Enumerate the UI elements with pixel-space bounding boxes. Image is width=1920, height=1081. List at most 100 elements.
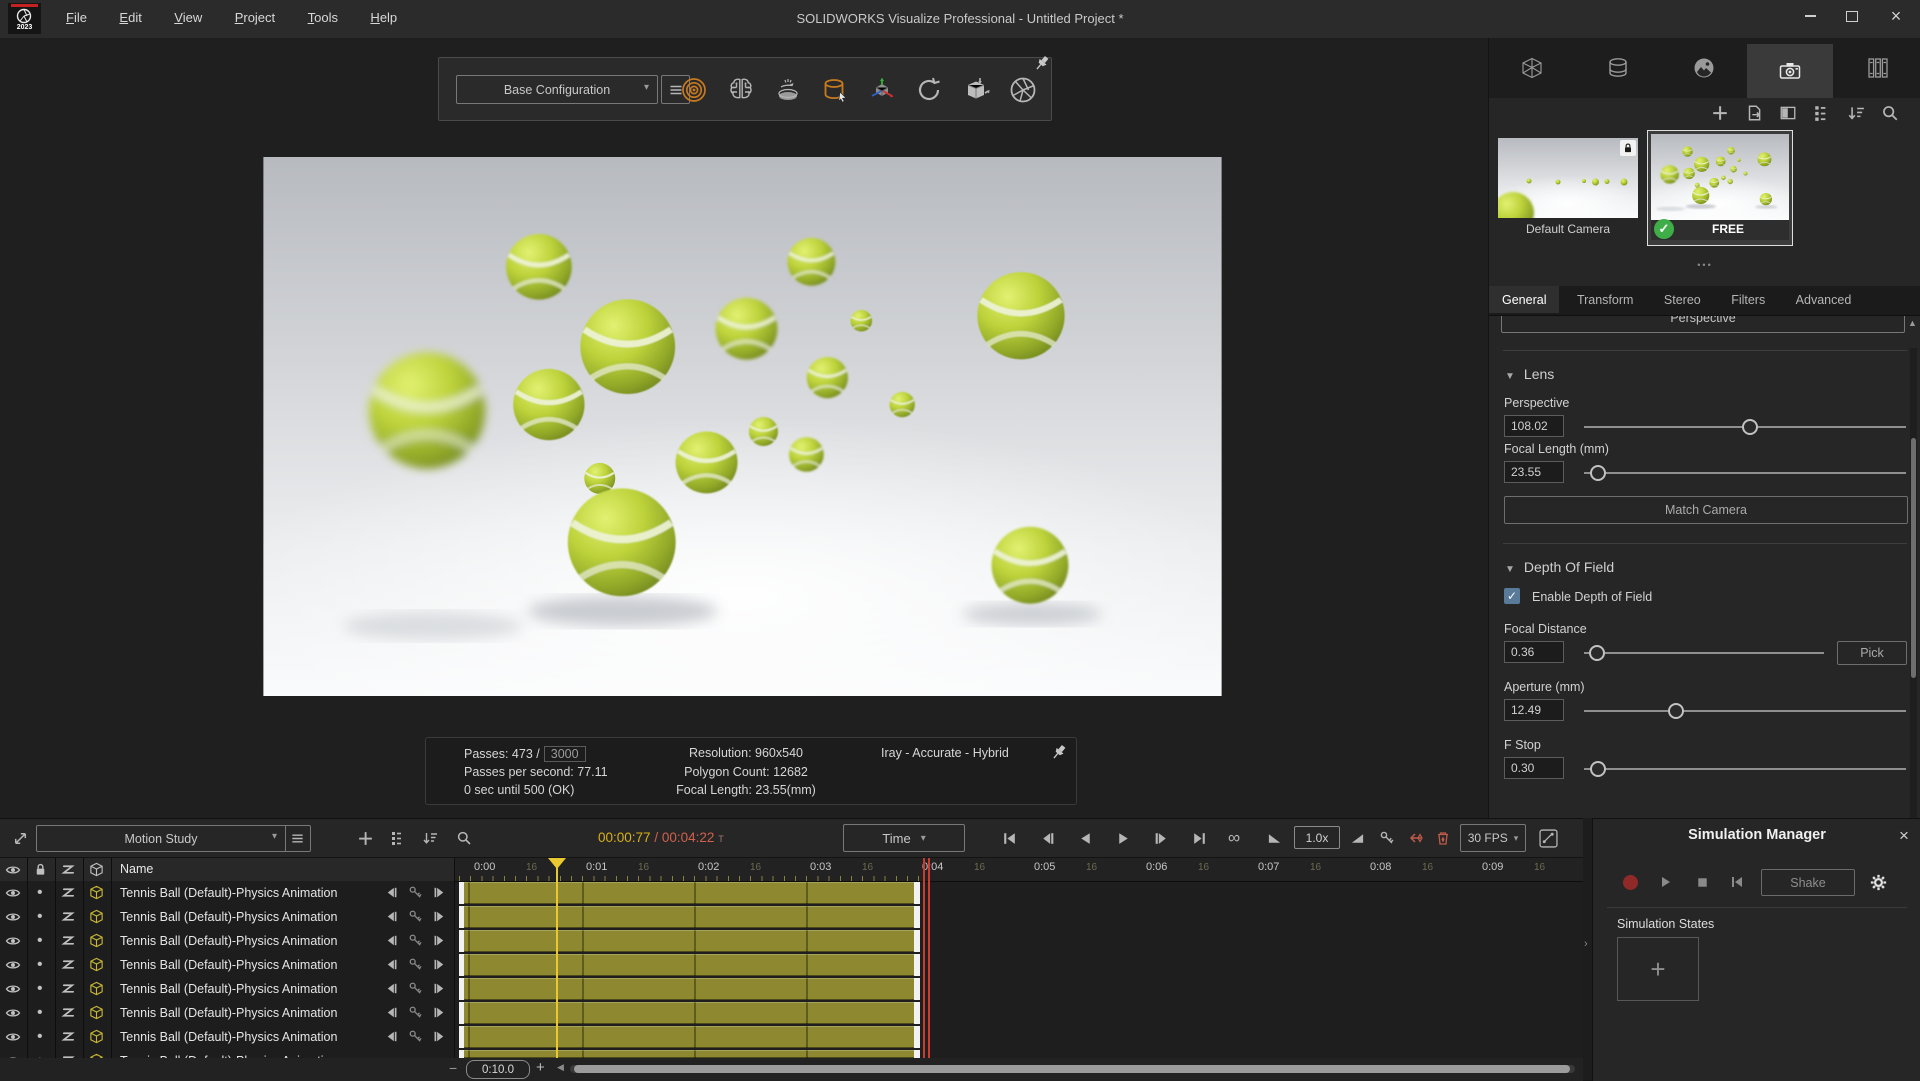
timeline-ruler[interactable]: 0:0016 0:0116 0:0216 0:0316 0:0416 0:051…: [455, 858, 1583, 882]
enable-dof-checkbox[interactable]: ✓: [1504, 588, 1520, 604]
loop-button[interactable]: ∞: [1222, 826, 1246, 850]
animation-bar[interactable]: [459, 906, 920, 928]
play-simulation-button[interactable]: [1653, 869, 1679, 895]
playhead-handle[interactable]: [548, 858, 566, 869]
scroll-up-icon[interactable]: ▲: [1908, 318, 1917, 328]
animation-bar[interactable]: [459, 954, 920, 976]
track-row[interactable]: •Tennis Ball (Default)-Physics Animation: [0, 1001, 455, 1026]
projection-dropdown[interactable]: Perspective: [1501, 316, 1905, 333]
range-end-marker[interactable]: [923, 858, 925, 1058]
simulation-settings-gear-icon[interactable]: [1865, 869, 1891, 895]
key-navigation[interactable]: [384, 933, 447, 948]
timeline-scrollbar-thumb[interactable]: [574, 1065, 1570, 1073]
rotate-view-icon[interactable]: [911, 73, 947, 107]
animation-bar[interactable]: [459, 1050, 920, 1058]
track-row[interactable]: •Tennis Ball (Default)-Physics Animation: [0, 1049, 455, 1058]
animation-bar[interactable]: [459, 1002, 920, 1024]
pick-button[interactable]: Pick: [1837, 641, 1907, 665]
pack-project-icon[interactable]: [958, 73, 994, 107]
track-row[interactable]: •Tennis Ball (Default)-Physics Animation: [0, 953, 455, 978]
time-range-box[interactable]: 0:10.0: [466, 1060, 530, 1079]
track-row[interactable]: •Tennis Ball (Default)-Physics Animation: [0, 881, 455, 906]
skip-end-button[interactable]: [1188, 826, 1210, 850]
viewport-3d[interactable]: Base Configuration ▾ Passes: 473 /3000 P…: [0, 38, 1488, 818]
tab-appearances[interactable]: [1575, 44, 1661, 92]
play-reverse-button[interactable]: [1074, 826, 1096, 850]
perspective-input[interactable]: 108.02: [1504, 415, 1564, 437]
animation-bar[interactable]: [459, 1026, 920, 1048]
passes-limit-input[interactable]: 3000: [544, 746, 586, 762]
toolbar-pin-icon[interactable]: [1033, 54, 1051, 72]
fstop-slider-thumb[interactable]: [1590, 761, 1606, 777]
study-list-button[interactable]: [284, 825, 311, 852]
perspective-slider-thumb[interactable]: [1742, 419, 1758, 435]
lock-dot[interactable]: •: [37, 1028, 43, 1046]
lock-dot[interactable]: •: [37, 1004, 43, 1022]
aperture-slider[interactable]: [1584, 710, 1906, 712]
track-row[interactable]: •Tennis Ball (Default)-Physics Animation: [0, 1025, 455, 1050]
stop-simulation-button[interactable]: [1689, 869, 1715, 895]
key-navigation[interactable]: [384, 957, 447, 972]
motion-study-dropdown[interactable]: Motion Study ▾: [36, 825, 286, 852]
focal-distance-slider-thumb[interactable]: [1589, 645, 1605, 661]
view-mode-button[interactable]: [1813, 104, 1831, 122]
zoom-out-button[interactable]: −: [449, 1060, 457, 1076]
tab-general[interactable]: General: [1489, 286, 1559, 313]
tab-stereo[interactable]: Stereo: [1651, 286, 1714, 313]
tab-libraries[interactable]: [1834, 44, 1920, 92]
range-end-marker[interactable]: [928, 858, 930, 1058]
track-row[interactable]: •Tennis Ball (Default)-Physics Animation: [0, 905, 455, 930]
panel-scrollbar-thumb[interactable]: [1911, 438, 1916, 678]
timeline-scrollbar[interactable]: [570, 1065, 1575, 1073]
lock-dot[interactable]: •: [37, 932, 43, 950]
camera-tile-free[interactable]: ✓ FREE: [1647, 130, 1793, 246]
aperture-slider-thumb[interactable]: [1668, 703, 1684, 719]
play-button[interactable]: [1112, 826, 1134, 850]
animation-bar[interactable]: [459, 930, 920, 952]
rewind-simulation-button[interactable]: [1724, 869, 1750, 895]
lock-dot[interactable]: •: [37, 956, 43, 974]
match-camera-button[interactable]: Match Camera: [1504, 496, 1908, 524]
ramp-up-icon[interactable]: [1346, 826, 1368, 850]
fstop-slider[interactable]: [1584, 768, 1906, 770]
move-object-icon[interactable]: [864, 73, 900, 107]
zoom-in-button[interactable]: +: [536, 1059, 545, 1076]
paint-bucket-tool-icon[interactable]: [817, 73, 853, 107]
playback-speed-box[interactable]: 1.0x: [1294, 826, 1340, 849]
aperture-input[interactable]: 12.49: [1504, 699, 1564, 721]
expand-right-icon[interactable]: ›: [1584, 938, 1588, 950]
tab-cameras[interactable]: [1747, 44, 1833, 98]
key-navigation[interactable]: [384, 1029, 447, 1044]
time-mode-dropdown[interactable]: Time▾: [843, 824, 965, 852]
key-navigation[interactable]: [384, 981, 447, 996]
animation-bar[interactable]: [459, 978, 920, 1000]
split-view-button[interactable]: [1779, 104, 1797, 122]
step-forward-button[interactable]: [1150, 826, 1172, 850]
ai-denoiser-icon[interactable]: [723, 73, 759, 107]
import-camera-button[interactable]: [1745, 104, 1763, 122]
shake-button[interactable]: Shake: [1761, 869, 1855, 896]
scroll-left-icon[interactable]: ◀: [557, 1062, 564, 1073]
lock-dot[interactable]: •: [37, 884, 43, 902]
key-navigation[interactable]: [384, 885, 447, 900]
keyframe-button[interactable]: [1376, 826, 1398, 850]
search-button[interactable]: [1881, 104, 1899, 122]
search-button[interactable]: [452, 826, 476, 850]
camera-aperture-icon[interactable]: [1005, 73, 1041, 107]
skip-start-button[interactable]: [998, 826, 1020, 850]
close-panel-button[interactable]: ×: [1893, 825, 1915, 847]
tab-models[interactable]: [1489, 44, 1575, 92]
view-mode-button[interactable]: [386, 826, 410, 850]
tab-environments[interactable]: [1661, 44, 1747, 92]
timeline-grid[interactable]: 0:0016 0:0116 0:0216 0:0316 0:0416 0:051…: [455, 858, 1583, 1058]
animation-bar[interactable]: [459, 882, 920, 904]
add-camera-button[interactable]: [1711, 104, 1729, 122]
fstop-input[interactable]: 0.30: [1504, 757, 1564, 779]
key-navigation[interactable]: [384, 909, 447, 924]
sort-button[interactable]: [418, 826, 442, 850]
focal-distance-slider[interactable]: [1584, 652, 1824, 654]
move-key-button[interactable]: [1404, 826, 1426, 850]
tab-filters[interactable]: Filters: [1718, 286, 1778, 313]
configuration-dropdown[interactable]: Base Configuration ▾: [456, 75, 658, 104]
track-row[interactable]: •Tennis Ball (Default)-Physics Animation: [0, 977, 455, 1002]
